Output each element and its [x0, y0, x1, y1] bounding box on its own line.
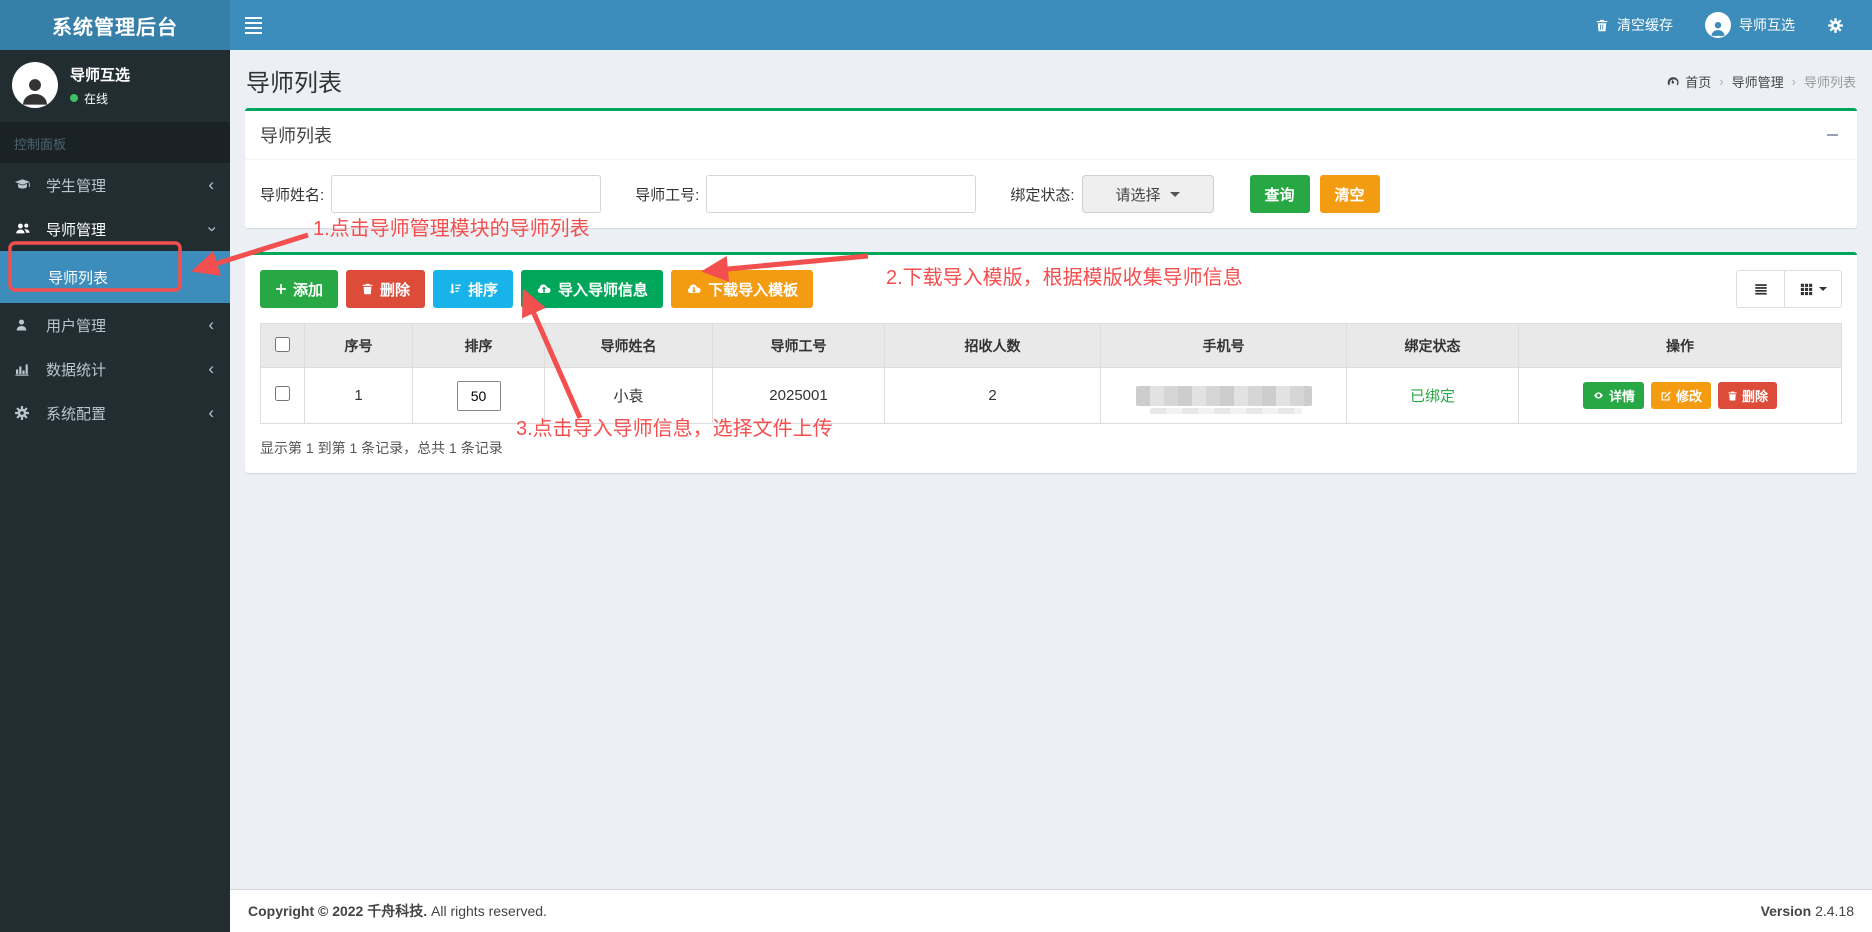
trash-icon: [361, 282, 374, 296]
bind-status-label: 绑定状态:: [1010, 186, 1075, 204]
chevron-left-icon: ‹: [208, 175, 214, 194]
cloud-upload-icon: [536, 282, 552, 296]
main-content: 导师列表 首页 › 导师管理 › 导师列表 导师列表 导师姓名: 导师工号: 绑…: [230, 50, 1872, 889]
row-index: 1: [304, 367, 413, 424]
table-view-toggle-group: [1736, 270, 1842, 308]
caret-down-icon: [1169, 191, 1180, 197]
add-button[interactable]: 添加: [260, 270, 339, 308]
teacher-name-input[interactable]: [331, 175, 602, 213]
breadcrumb-section[interactable]: 导师管理: [1732, 72, 1784, 91]
minus-icon: [1826, 134, 1838, 136]
sidebar: 导师互选 在线 控制面板 学生管理 ‹ 导师管理 ‹ 导师列表 用户管理 ‹ 数…: [0, 50, 230, 932]
search-panel: 导师列表 导师姓名: 导师工号: 绑定状态: 请选择 查询 清空: [245, 108, 1857, 228]
clear-cache-button[interactable]: 清空缓存: [1579, 0, 1689, 50]
toggle-view-button[interactable]: [1736, 270, 1784, 308]
cogs-icon: [1827, 17, 1844, 34]
import-teacher-button[interactable]: 导入导师信息: [521, 270, 664, 308]
bind-status-select[interactable]: 请选择: [1081, 175, 1214, 213]
footer: Copyright © 2022 千舟科技. All rights reserv…: [230, 889, 1872, 932]
sidebar-user-panel: 导师互选 在线: [0, 50, 230, 122]
cloud-download-icon: [686, 282, 702, 296]
sidebar-item-data-statistics[interactable]: 数据统计 ‹: [0, 347, 230, 391]
select-all-checkbox[interactable]: [275, 336, 290, 352]
menu-icon: [244, 16, 262, 19]
teacher-no-input[interactable]: [706, 175, 977, 213]
sort-button[interactable]: 排序: [433, 270, 514, 308]
annotation-step2: 2.下载导入模版，根据模版收集导师信息: [886, 267, 1243, 289]
app-logo[interactable]: 系统管理后台: [0, 0, 230, 50]
sidebar-item-student-management[interactable]: 学生管理 ‹: [0, 163, 230, 207]
collapse-button[interactable]: [1821, 125, 1843, 145]
pagination-info: 显示第 1 到第 1 条记录，总共 1 条记录: [260, 440, 503, 456]
clear-button[interactable]: 清空: [1319, 175, 1380, 213]
breadcrumb: 首页 › 导师管理 › 导师列表: [1666, 72, 1856, 91]
detail-button[interactable]: 详情: [1582, 382, 1644, 409]
bar-chart-icon: [14, 361, 38, 377]
content-header: 导师列表 首页 › 导师管理 › 导师列表: [230, 50, 1872, 108]
annotation-step1: 1.点击导师管理模块的导师列表: [313, 218, 590, 240]
cogs-icon: [14, 405, 38, 421]
delete-row-button[interactable]: 删除: [1718, 382, 1778, 409]
online-dot-icon: [70, 94, 78, 102]
sidebar-item-user-management[interactable]: 用户管理 ‹: [0, 303, 230, 347]
sort-amount-icon: [448, 282, 462, 296]
grid-icon: [1799, 282, 1814, 296]
avatar: [12, 62, 58, 108]
chevron-left-icon: ‹: [208, 359, 214, 378]
eye-icon: [1592, 390, 1605, 401]
top-header: 系统管理后台 清空缓存 导师互选: [0, 0, 1872, 50]
teacher-name-label: 导师姓名:: [260, 186, 325, 204]
table-header-row: 序号 排序 导师姓名 导师工号 招收人数 手机号 绑定状态 操作: [260, 323, 1842, 368]
row-quota: 2: [884, 367, 1101, 424]
plus-icon: [275, 283, 287, 295]
chevron-left-icon: ‹: [208, 315, 214, 334]
page-title: 导师列表: [246, 70, 342, 97]
search-button[interactable]: 查询: [1249, 175, 1310, 213]
list-icon: [1753, 282, 1769, 296]
online-status: 在线: [70, 90, 130, 107]
copyright: Copyright © 2022 千舟科技. All rights reserv…: [248, 903, 547, 919]
chevron-down-icon: ‹: [201, 226, 221, 232]
row-sort-input[interactable]: [456, 380, 501, 411]
breadcrumb-home[interactable]: 首页: [1666, 72, 1711, 91]
search-panel-title: 导师列表: [245, 111, 1857, 160]
delete-button[interactable]: 删除: [346, 270, 426, 308]
sidebar-item-teacher-list[interactable]: 导师列表: [0, 251, 230, 303]
teacher-no-label: 导师工号:: [635, 186, 700, 204]
dashboard-icon: [1666, 75, 1680, 89]
user-avatar-icon: [1705, 12, 1731, 38]
navbar-right: 清空缓存 导师互选: [1579, 0, 1860, 50]
sidebar-item-system-config[interactable]: 系统配置 ‹: [0, 391, 230, 435]
row-checkbox[interactable]: [275, 386, 290, 401]
trash-icon: [1727, 390, 1738, 402]
graduation-cap-icon: [14, 177, 38, 193]
columns-button[interactable]: [1784, 270, 1842, 308]
chevron-left-icon: ‹: [208, 403, 214, 422]
teacher-table: 序号 排序 导师姓名 导师工号 招收人数 手机号 绑定状态 操作 1 50 小袁…: [260, 323, 1842, 424]
table-row: 1 小袁 2025001 2 已绑定 详情: [260, 367, 1842, 424]
user-menu[interactable]: 导师互选: [1689, 0, 1811, 50]
breadcrumb-current: 导师列表: [1803, 75, 1856, 90]
sidebar-item-teacher-management[interactable]: 导师管理 ‹: [0, 207, 230, 251]
caret-down-icon: [1819, 287, 1827, 291]
sidebar-toggle-button[interactable]: [230, 0, 276, 50]
user-icon: [14, 317, 38, 333]
row-phone-redacted: [1135, 385, 1312, 414]
navbar: 清空缓存 导师互选: [230, 0, 1872, 50]
pencil-square-icon: [1660, 390, 1672, 402]
sidebar-user-name: 导师互选: [70, 66, 131, 84]
trash-icon: [1595, 18, 1609, 33]
users-icon: [14, 221, 38, 237]
annotation-step3: 3.点击导入导师信息，选择文件上传: [516, 418, 833, 440]
settings-button[interactable]: [1811, 0, 1860, 50]
sidebar-section-label: 控制面板: [0, 122, 230, 163]
edit-button[interactable]: 修改: [1650, 382, 1711, 409]
download-template-button[interactable]: 下载导入模板: [671, 270, 814, 308]
version: Version 2.4.18: [1760, 903, 1854, 919]
row-bind-status: 已绑定: [1346, 367, 1519, 424]
